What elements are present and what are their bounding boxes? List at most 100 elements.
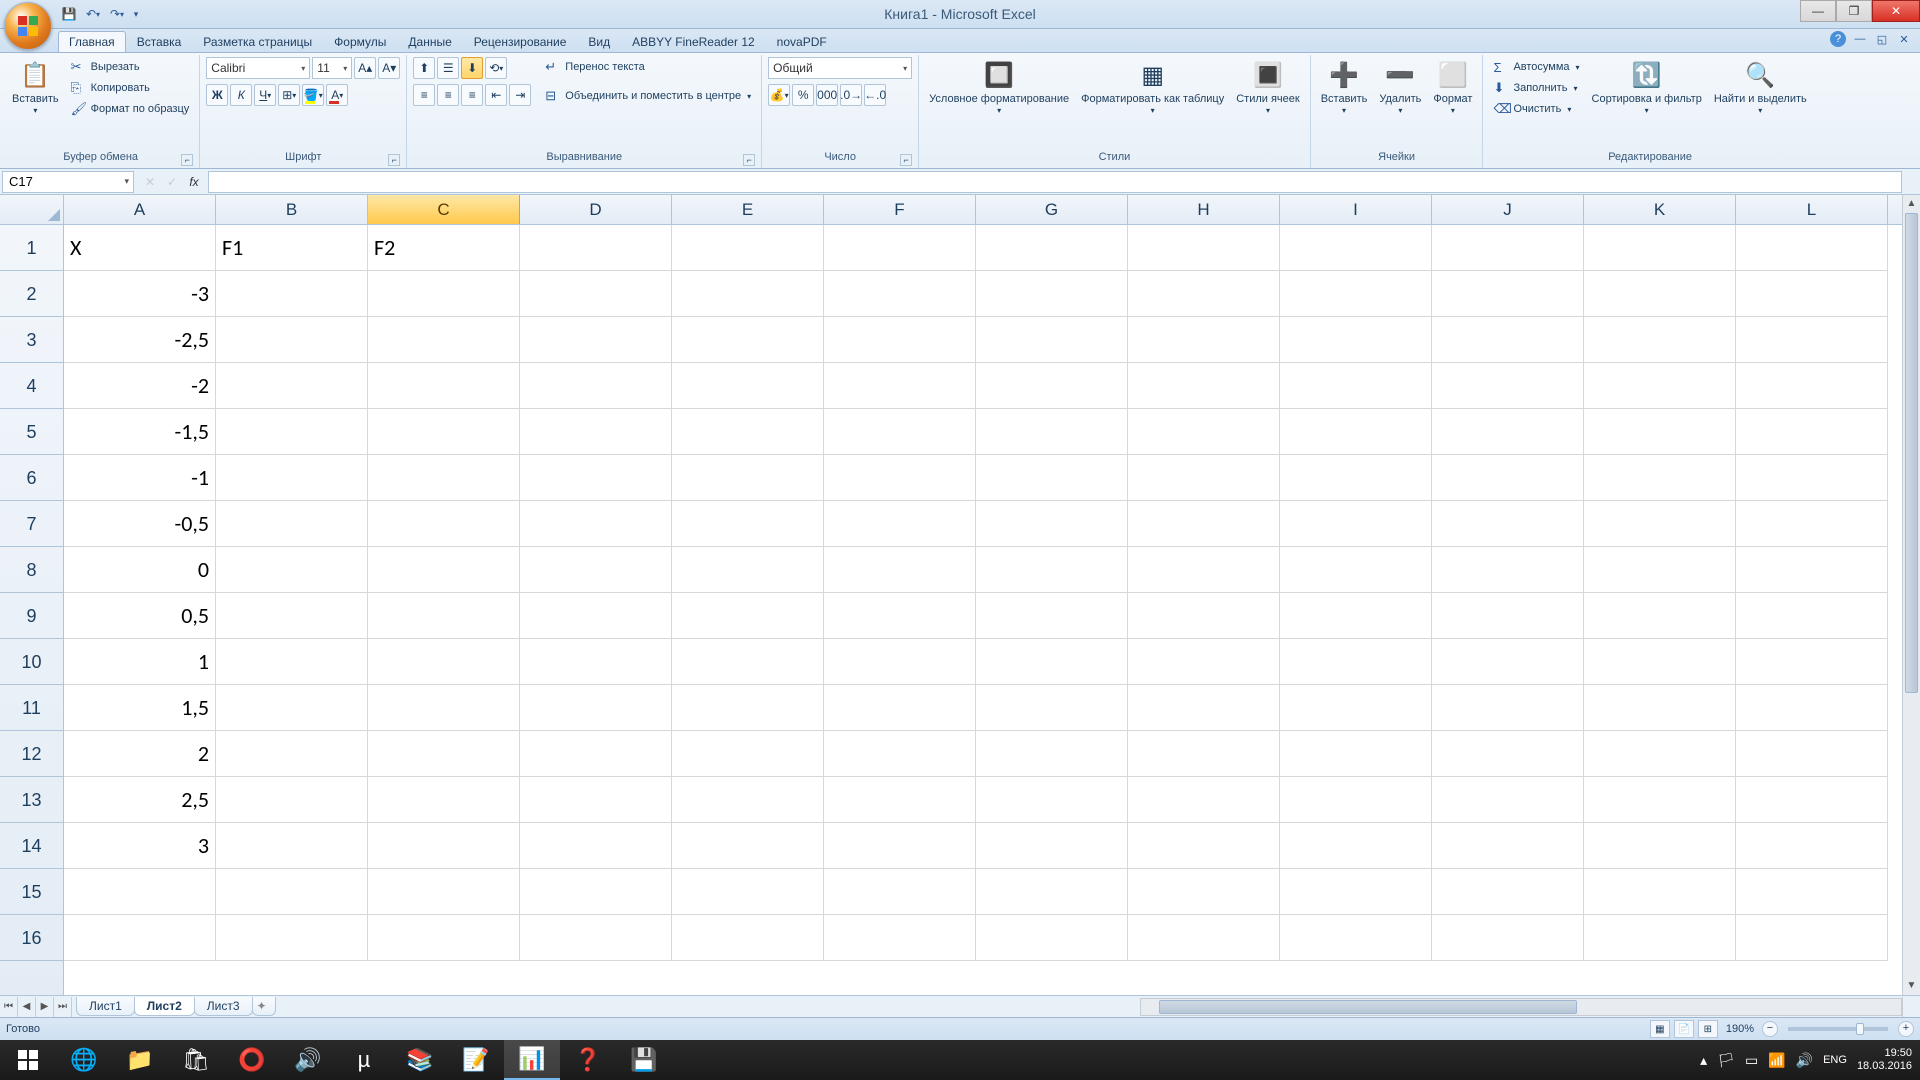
format-painter-button[interactable]: 🖌Формат по образцу: [67, 99, 194, 119]
task-explorer-icon[interactable]: 📁: [112, 1040, 168, 1080]
cell[interactable]: 0: [64, 547, 216, 593]
cell[interactable]: [1736, 777, 1888, 823]
column-header[interactable]: K: [1584, 195, 1736, 224]
row-header[interactable]: 14: [0, 823, 63, 869]
cell[interactable]: [216, 639, 368, 685]
shrink-font-button[interactable]: A▾: [378, 57, 400, 79]
cell[interactable]: [1736, 317, 1888, 363]
select-all-button[interactable]: [0, 195, 64, 225]
row-header[interactable]: 2: [0, 271, 63, 317]
cell[interactable]: [976, 685, 1128, 731]
column-header[interactable]: A: [64, 195, 216, 224]
cell[interactable]: [1432, 685, 1584, 731]
cell[interactable]: [672, 915, 824, 961]
cell[interactable]: [824, 547, 976, 593]
cell[interactable]: [1128, 823, 1280, 869]
border-button[interactable]: ⊞▾: [278, 84, 300, 106]
tab-view[interactable]: Вид: [577, 31, 621, 52]
wrap-text-button[interactable]: ↵Перенос текста: [541, 57, 755, 77]
qat-customize-icon[interactable]: ▾: [130, 3, 142, 25]
cell[interactable]: [672, 271, 824, 317]
cell[interactable]: [216, 915, 368, 961]
save-icon[interactable]: 💾: [58, 3, 80, 25]
sheet-last-icon[interactable]: ⏭: [54, 997, 72, 1017]
cell[interactable]: [1280, 685, 1432, 731]
cell[interactable]: [824, 915, 976, 961]
tray-volume-icon[interactable]: 🔊: [1796, 1052, 1813, 1069]
cell[interactable]: [672, 455, 824, 501]
decrease-decimal-button[interactable]: ←.0: [864, 84, 886, 106]
vscroll-thumb[interactable]: [1905, 213, 1918, 693]
find-select-button[interactable]: 🔍Найти и выделить▾: [1710, 57, 1811, 150]
view-normal-button[interactable]: ▦: [1650, 1020, 1670, 1038]
column-header[interactable]: J: [1432, 195, 1584, 224]
cell[interactable]: [216, 271, 368, 317]
cell[interactable]: 3: [64, 823, 216, 869]
cells-area[interactable]: XF1F2-3-2,5-2-1,5-1-0,500,511,522,53: [64, 225, 1902, 995]
cell[interactable]: [1432, 363, 1584, 409]
cell[interactable]: [976, 777, 1128, 823]
alignment-launcher-icon[interactable]: ⌐: [743, 154, 755, 166]
cell[interactable]: [1584, 869, 1736, 915]
column-header[interactable]: E: [672, 195, 824, 224]
number-format-combo[interactable]: Общий▾: [768, 57, 912, 79]
cell[interactable]: [1584, 501, 1736, 547]
font-color-button[interactable]: A▾: [326, 84, 348, 106]
cell[interactable]: [672, 685, 824, 731]
cell[interactable]: [976, 639, 1128, 685]
tab-formulas[interactable]: Формулы: [323, 31, 397, 52]
cell[interactable]: [824, 639, 976, 685]
row-header[interactable]: 15: [0, 869, 63, 915]
cell[interactable]: [1736, 731, 1888, 777]
align-left-button[interactable]: ≡: [413, 84, 435, 106]
cell[interactable]: [1432, 271, 1584, 317]
cell[interactable]: [1128, 685, 1280, 731]
column-header[interactable]: H: [1128, 195, 1280, 224]
tray-clock[interactable]: 19:50 18.03.2016: [1857, 1047, 1912, 1073]
fx-icon[interactable]: fx: [184, 175, 204, 189]
tab-novapdf[interactable]: novaPDF: [766, 31, 838, 52]
cell[interactable]: [1280, 501, 1432, 547]
cell[interactable]: [1280, 731, 1432, 777]
copy-button[interactable]: ⎘Копировать: [67, 78, 194, 98]
increase-indent-button[interactable]: ⇥: [509, 84, 531, 106]
cell[interactable]: [1280, 363, 1432, 409]
cell[interactable]: [520, 777, 672, 823]
cell[interactable]: [824, 593, 976, 639]
cell[interactable]: [672, 547, 824, 593]
row-header[interactable]: 10: [0, 639, 63, 685]
row-header[interactable]: 16: [0, 915, 63, 961]
cell[interactable]: [1280, 639, 1432, 685]
cell[interactable]: [216, 823, 368, 869]
cell[interactable]: [216, 317, 368, 363]
column-header[interactable]: I: [1280, 195, 1432, 224]
ribbon-minimize-icon[interactable]: —: [1852, 31, 1868, 47]
cell[interactable]: [824, 777, 976, 823]
cell[interactable]: [824, 455, 976, 501]
autosum-button[interactable]: ΣАвтосумма▾: [1489, 57, 1583, 77]
cell[interactable]: [1128, 317, 1280, 363]
cell-styles-button[interactable]: 🔳Стили ячеек▾: [1232, 57, 1303, 150]
cell[interactable]: [1584, 271, 1736, 317]
cell[interactable]: [672, 409, 824, 455]
cell[interactable]: [824, 869, 976, 915]
sheet-tab[interactable]: Лист3: [194, 997, 253, 1016]
cell[interactable]: [1128, 869, 1280, 915]
hscroll-thumb[interactable]: [1159, 1000, 1577, 1014]
cell[interactable]: [1280, 455, 1432, 501]
cell[interactable]: [1280, 317, 1432, 363]
cell[interactable]: -2,5: [64, 317, 216, 363]
cell[interactable]: [976, 593, 1128, 639]
tray-show-hidden-icon[interactable]: ▴: [1700, 1052, 1707, 1069]
cell[interactable]: [1736, 547, 1888, 593]
cell[interactable]: [1432, 639, 1584, 685]
cell[interactable]: [1736, 455, 1888, 501]
cell[interactable]: [520, 501, 672, 547]
task-word-icon[interactable]: 📝: [448, 1040, 504, 1080]
task-winrar-icon[interactable]: 📚: [392, 1040, 448, 1080]
sheet-next-icon[interactable]: ▶: [36, 997, 54, 1017]
conditional-formatting-button[interactable]: 🔲Условное форматирование▾: [925, 57, 1073, 150]
cell[interactable]: [1584, 593, 1736, 639]
cell[interactable]: [976, 271, 1128, 317]
horizontal-scrollbar[interactable]: [1140, 998, 1902, 1016]
